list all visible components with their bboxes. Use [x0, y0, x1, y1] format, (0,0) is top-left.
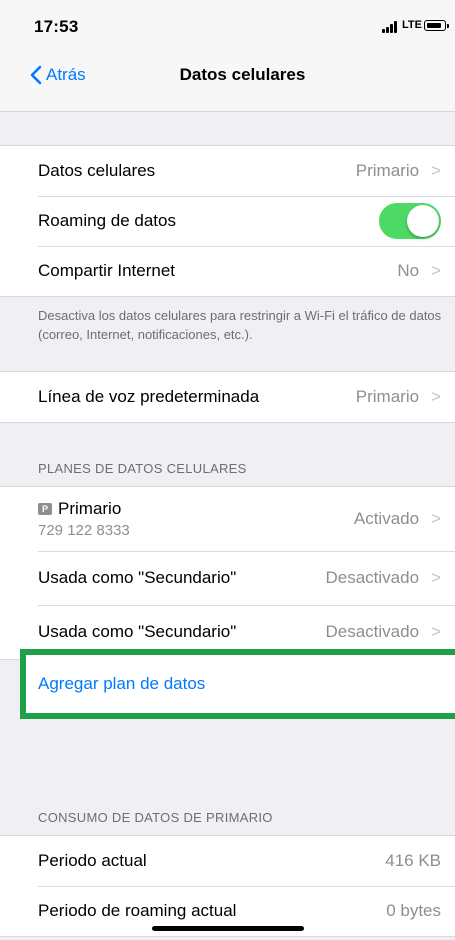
- status-bar: 17:53 LTE: [0, 0, 455, 44]
- sim-icon: P: [38, 503, 52, 515]
- row-value: Desactivado: [325, 622, 420, 641]
- page-title: Datos celulares: [179, 65, 306, 84]
- cellular-data-footnote: Desactiva los datos celulares para restr…: [38, 308, 442, 342]
- row-label: Línea de voz predeterminada: [38, 387, 260, 406]
- data-plans-group: P Primario 729 122 8333 Activado > Usada…: [0, 486, 455, 660]
- row-value: 0 bytes: [386, 901, 441, 920]
- plan-phone-number: 729 122 8333: [38, 522, 130, 539]
- chevron-right-icon: >: [431, 261, 441, 280]
- network-type-label: LTE: [402, 19, 422, 31]
- row-label: Periodo actual: [38, 851, 147, 870]
- section-header-data-usage: CONSUMO DE DATOS DE PRIMARIO: [38, 810, 273, 825]
- row-value: No: [397, 261, 420, 280]
- row-personal-hotspot[interactable]: Compartir Internet No >: [0, 246, 455, 296]
- plan-name: Primario: [58, 499, 122, 518]
- chevron-right-icon: >: [431, 568, 441, 587]
- row-label: Compartir Internet: [38, 261, 175, 280]
- row-value: 416 KB: [385, 851, 441, 870]
- row-cellular-data[interactable]: Datos celulares Primario >: [0, 146, 455, 196]
- signal-icon: [382, 21, 400, 33]
- plan-row-primary[interactable]: P Primario 729 122 8333 Activado >: [0, 487, 455, 551]
- row-value: Desactivado: [325, 568, 420, 587]
- voice-line-group: Línea de voz predeterminada Primario >: [0, 371, 455, 423]
- battery-icon: [424, 20, 449, 31]
- row-label: Periodo de roaming actual: [38, 901, 237, 920]
- chevron-right-icon: >: [431, 387, 441, 406]
- chevron-right-icon: >: [431, 509, 441, 528]
- row-default-voice-line[interactable]: Línea de voz predeterminada Primario >: [0, 372, 455, 422]
- data-roaming-toggle[interactable]: [379, 203, 441, 239]
- row-label: Usada como "Secundario": [38, 622, 237, 641]
- row-label: Roaming de datos: [38, 211, 176, 230]
- navigation-bar: Atrás Datos celulares: [0, 44, 455, 112]
- plan-row-secondary[interactable]: Usada como "Secundario" Desactivado >: [0, 551, 455, 605]
- section-header-data-plans: PLANES DE DATOS CELULARES: [38, 461, 247, 476]
- home-indicator[interactable]: [152, 926, 304, 931]
- row-data-roaming: Roaming de datos: [0, 196, 455, 246]
- row-value: Primario: [355, 387, 420, 406]
- row-label: Usada como "Secundario": [38, 568, 237, 587]
- data-usage-group: Periodo actual 416 KB Periodo de roaming…: [0, 835, 455, 937]
- row-label: Datos celulares: [38, 161, 156, 180]
- add-data-plan-label: Agregar plan de datos: [38, 674, 206, 693]
- cellular-settings-group: Datos celulares Primario > Roaming de da…: [0, 145, 455, 297]
- add-data-plan-button[interactable]: Agregar plan de datos: [20, 649, 455, 719]
- plan-info: P Primario 729 122 8333: [38, 499, 354, 539]
- chevron-right-icon: >: [431, 161, 441, 180]
- row-value: Primario: [355, 161, 420, 180]
- chevron-right-icon: >: [431, 622, 441, 641]
- plan-status: Activado: [353, 509, 420, 528]
- row-current-period: Periodo actual 416 KB: [0, 836, 455, 886]
- status-time: 17:53: [34, 17, 79, 36]
